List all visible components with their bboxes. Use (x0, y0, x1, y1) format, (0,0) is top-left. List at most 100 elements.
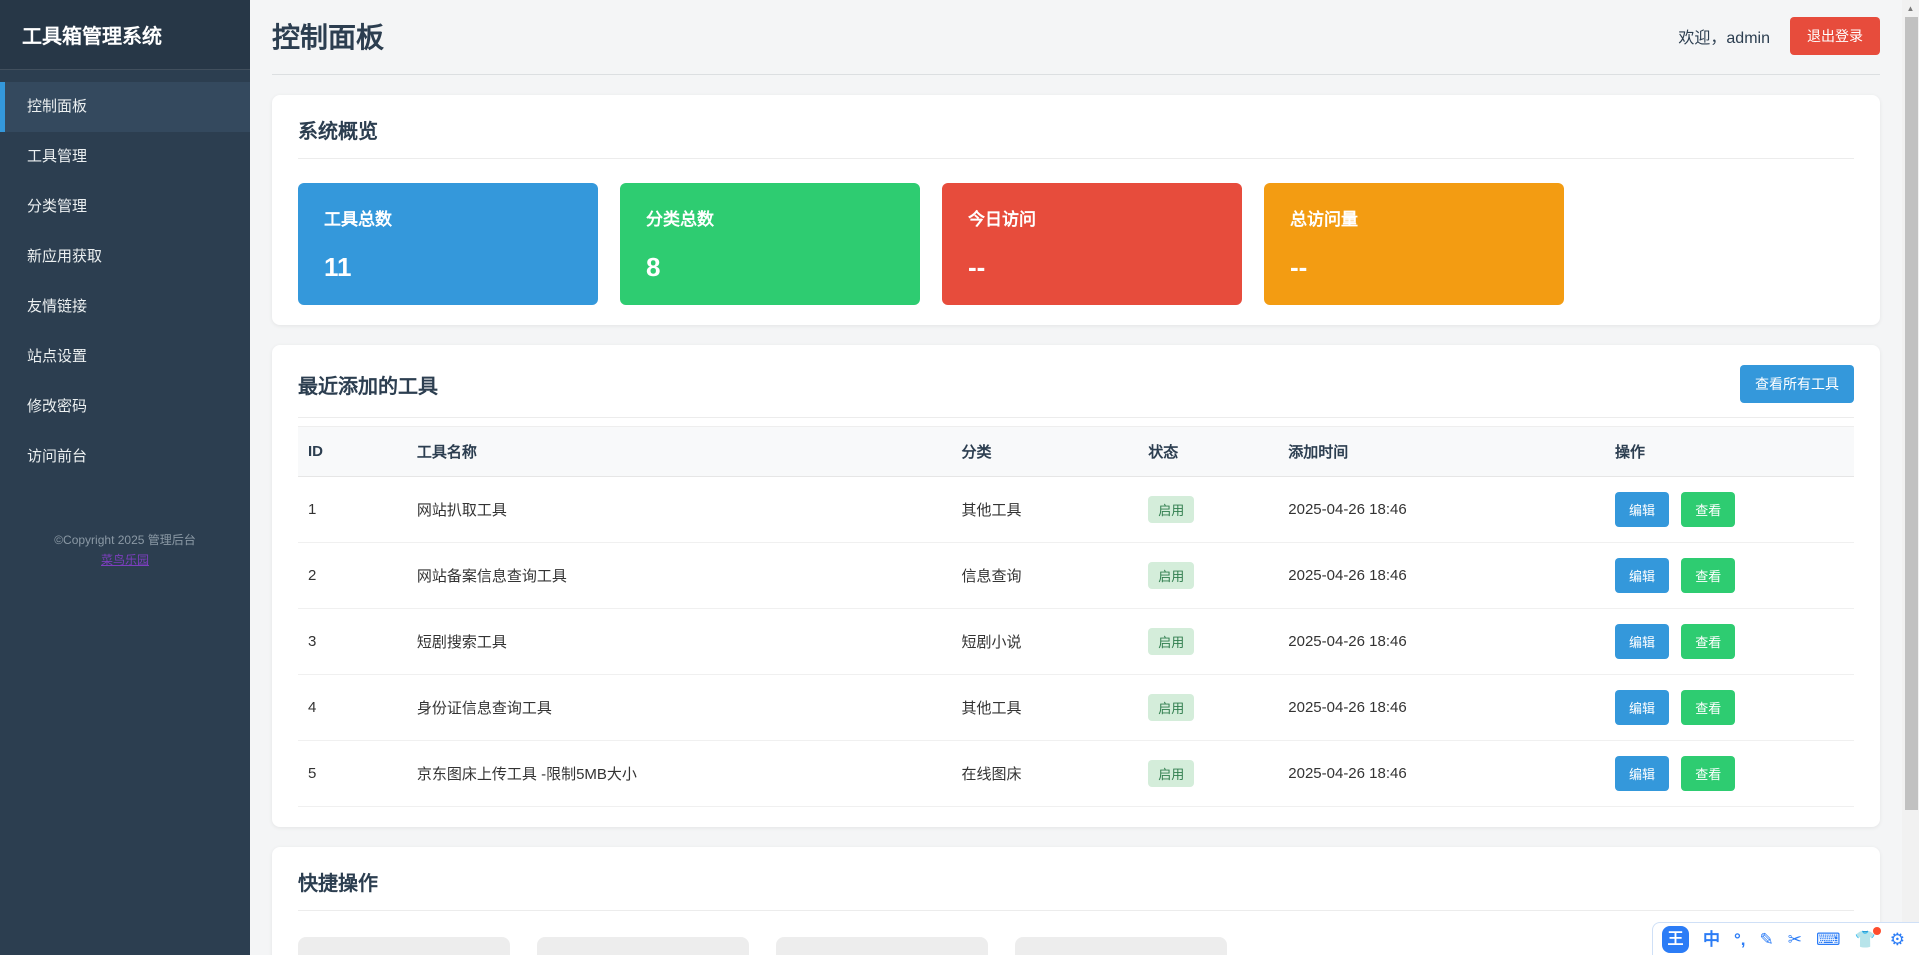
col-header-name: 工具名称 (407, 427, 952, 477)
table-row: 2 网站备案信息查询工具 信息查询 启用 2025-04-26 18:46 编辑… (298, 543, 1854, 609)
sidebar-item-categories[interactable]: 分类管理 (0, 182, 250, 232)
sidebar-item-tools[interactable]: 工具管理 (0, 132, 250, 182)
header-divider (272, 74, 1880, 75)
status-badge: 启用 (1148, 562, 1194, 589)
cell-time: 2025-04-26 18:46 (1278, 675, 1605, 741)
cell-name: 京东图床上传工具 -限制5MB大小 (407, 741, 952, 807)
overview-card-head: 系统概览 (298, 115, 1854, 159)
stats-row: 工具总数 11 分类总数 8 今日访问 -- 总访问量 -- (298, 183, 1854, 305)
logout-button[interactable]: 退出登录 (1790, 17, 1880, 55)
stat-label: 分类总数 (646, 205, 894, 230)
quick-tile-categories[interactable]: 📂 (537, 937, 749, 955)
cell-name: 网站扒取工具 (407, 477, 952, 543)
edit-button[interactable]: 编辑 (1615, 624, 1669, 659)
cell-status: 启用 (1138, 543, 1278, 609)
stat-card-total-categories: 分类总数 8 (620, 183, 920, 305)
welcome-text: 欢迎，admin (1678, 24, 1770, 48)
sidebar-item-site-settings[interactable]: 站点设置 (0, 332, 250, 382)
cell-status: 启用 (1138, 675, 1278, 741)
overview-card: 系统概览 工具总数 11 分类总数 8 今日访问 -- 总访问量 -- (272, 95, 1880, 325)
col-header-category: 分类 (952, 427, 1139, 477)
status-badge: 启用 (1148, 628, 1194, 655)
table-header-row: ID 工具名称 分类 状态 添加时间 操作 (298, 427, 1854, 477)
app-title: 工具箱管理系统 (0, 0, 250, 70)
keyboard-icon[interactable]: ⌨ (1816, 931, 1841, 948)
view-button[interactable]: 查看 (1681, 624, 1735, 659)
ime-toolbar: 王 中 °, ✎ ✂ ⌨ 👕 ⚙ (1652, 922, 1919, 955)
recent-tools-head: 最近添加的工具 查看所有工具 (298, 365, 1854, 418)
recent-tools-table: ID 工具名称 分类 状态 添加时间 操作 1 网站扒取工具 其他工具 启用 2 (298, 426, 1854, 807)
cell-id: 5 (298, 741, 407, 807)
recent-tools-card: 最近添加的工具 查看所有工具 ID 工具名称 分类 状态 添加时间 操作 (272, 345, 1880, 827)
cell-actions: 编辑 查看 (1605, 675, 1854, 741)
table-row: 3 短剧搜索工具 短剧小说 启用 2025-04-26 18:46 编辑 查看 (298, 609, 1854, 675)
scrollbar-up-arrow-icon[interactable]: ▲ (1902, 0, 1919, 17)
notification-dot (1873, 927, 1881, 935)
ime-logo-icon[interactable]: 王 (1662, 926, 1689, 953)
copyright-link[interactable]: 菜鸟乐园 (101, 553, 149, 567)
main-content: 控制面板 欢迎，admin 退出登录 系统概览 工具总数 11 分类总数 8 (250, 0, 1902, 955)
stat-value: 11 (324, 252, 572, 283)
sidebar-item-change-password[interactable]: 修改密码 (0, 382, 250, 432)
cell-time: 2025-04-26 18:46 (1278, 477, 1605, 543)
col-header-id: ID (298, 427, 407, 477)
stat-card-total-visits: 总访问量 -- (1264, 183, 1564, 305)
edit-button[interactable]: 编辑 (1615, 558, 1669, 593)
scissors-icon[interactable]: ✂ (1788, 931, 1802, 948)
quick-tile-settings[interactable]: ⚙ (1015, 937, 1227, 955)
cell-actions: 编辑 查看 (1605, 609, 1854, 675)
main-header: 控制面板 欢迎，admin 退出登录 (250, 0, 1902, 74)
copyright-text: ©Copyright 2025 管理后台 (0, 530, 250, 550)
status-badge: 启用 (1148, 760, 1194, 787)
table-row: 1 网站扒取工具 其他工具 启用 2025-04-26 18:46 编辑 查看 (298, 477, 1854, 543)
stat-label: 工具总数 (324, 205, 572, 230)
stat-value: -- (1290, 252, 1538, 283)
stat-value: -- (968, 252, 1216, 283)
header-right: 欢迎，admin 退出登录 (1678, 17, 1880, 55)
tshirt-skin-icon[interactable]: 👕 (1855, 931, 1876, 948)
scrollbar-thumb[interactable] (1905, 17, 1918, 810)
cell-status: 启用 (1138, 741, 1278, 807)
cell-actions: 编辑 查看 (1605, 543, 1854, 609)
quick-tile-search[interactable]: 🔍 (776, 937, 988, 955)
sidebar-menu: 控制面板 工具管理 分类管理 新应用获取 友情链接 站点设置 修改密码 访问前台 (0, 82, 250, 482)
punctuation-mode-icon[interactable]: °, (1734, 931, 1746, 948)
cell-time: 2025-04-26 18:46 (1278, 609, 1605, 675)
vertical-scrollbar[interactable]: ▲ (1902, 0, 1919, 955)
cell-status: 启用 (1138, 477, 1278, 543)
quick-actions-head: 快捷操作 (298, 867, 1854, 911)
stat-label: 今日访问 (968, 205, 1216, 230)
cell-name: 网站备案信息查询工具 (407, 543, 952, 609)
cell-category: 其他工具 (952, 477, 1139, 543)
pencil-icon[interactable]: ✎ (1760, 931, 1774, 948)
table-row: 5 京东图床上传工具 -限制5MB大小 在线图床 启用 2025-04-26 1… (298, 741, 1854, 807)
sidebar-item-visit-frontend[interactable]: 访问前台 (0, 432, 250, 482)
status-badge: 启用 (1148, 496, 1194, 523)
view-button[interactable]: 查看 (1681, 756, 1735, 791)
cell-category: 短剧小说 (952, 609, 1139, 675)
chinese-mode-icon[interactable]: 中 (1703, 931, 1720, 948)
sidebar-item-dashboard[interactable]: 控制面板 (0, 82, 250, 132)
stat-label: 总访问量 (1290, 205, 1538, 230)
quick-actions-card: 快捷操作 ✚ 📂 🔍 ⚙ (272, 847, 1880, 955)
ime-gear-icon[interactable]: ⚙ (1890, 931, 1905, 948)
quick-actions-title: 快捷操作 (298, 867, 378, 896)
col-header-actions: 操作 (1605, 427, 1854, 477)
edit-button[interactable]: 编辑 (1615, 492, 1669, 527)
col-header-time: 添加时间 (1278, 427, 1605, 477)
view-button[interactable]: 查看 (1681, 558, 1735, 593)
quick-tile-add-tool[interactable]: ✚ (298, 937, 510, 955)
sidebar-item-new-apps[interactable]: 新应用获取 (0, 232, 250, 282)
cell-name: 身份证信息查询工具 (407, 675, 952, 741)
edit-button[interactable]: 编辑 (1615, 690, 1669, 725)
sidebar-item-friend-links[interactable]: 友情链接 (0, 282, 250, 332)
view-button[interactable]: 查看 (1681, 690, 1735, 725)
view-all-tools-button[interactable]: 查看所有工具 (1740, 365, 1854, 403)
overview-title: 系统概览 (298, 115, 378, 144)
stat-card-today-visits: 今日访问 -- (942, 183, 1242, 305)
edit-button[interactable]: 编辑 (1615, 756, 1669, 791)
cell-category: 信息查询 (952, 543, 1139, 609)
cell-time: 2025-04-26 18:46 (1278, 543, 1605, 609)
view-button[interactable]: 查看 (1681, 492, 1735, 527)
cell-id: 4 (298, 675, 407, 741)
